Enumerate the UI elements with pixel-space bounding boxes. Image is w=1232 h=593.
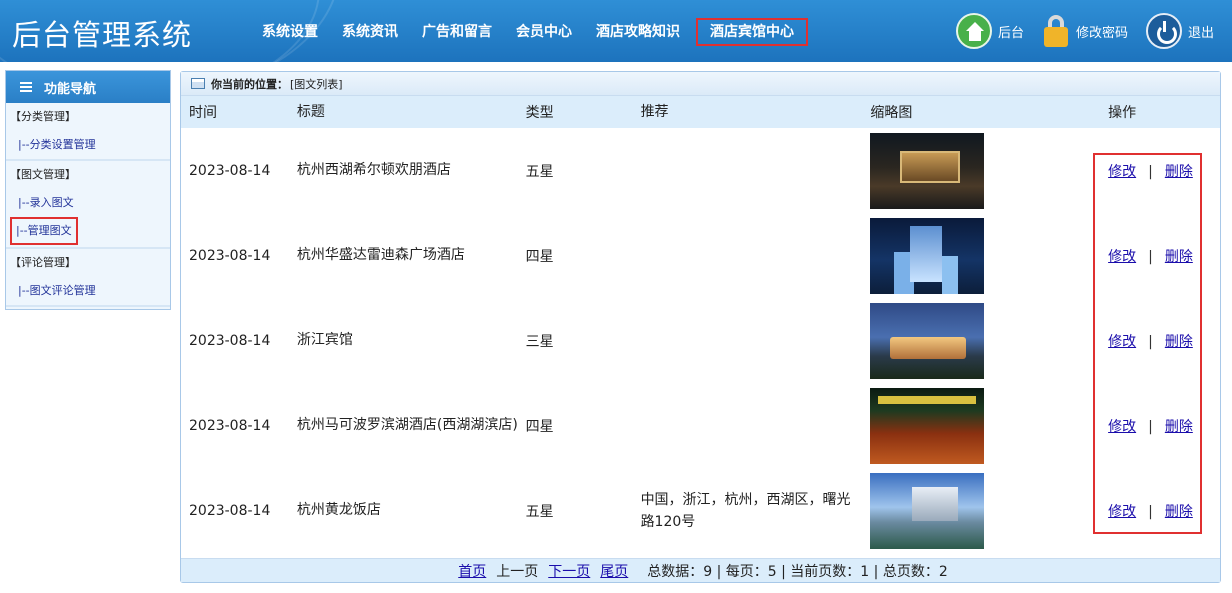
prev-page-label: 上一页 (496, 563, 539, 580)
sidebar-category-label: 【评论管理】 (10, 256, 76, 269)
hotel-thumbnail (870, 387, 985, 464)
main-panel: 你当前的位置： [图文列表] 时间 标题 类型 推荐 缩略图 操作 2023-0… (180, 71, 1221, 583)
cell-time: 2023-08-14 (189, 247, 271, 264)
sidebar-category-label: 【分类管理】 (10, 110, 76, 123)
col-header-thumbnail: 缩略图 (870, 105, 913, 121)
action-separator: | (1148, 248, 1153, 265)
cell-time: 2023-08-14 (189, 417, 271, 434)
col-header-type: 类型 (525, 105, 554, 121)
hotel-thumbnail (870, 132, 985, 209)
sidebar-group-comments: 【评论管理】 |--图文评论管理 (6, 249, 170, 307)
logout-button[interactable]: 退出 (1145, 13, 1214, 49)
col-header-recommend: 推荐 (640, 104, 669, 120)
delete-link[interactable]: 删除 (1165, 334, 1193, 350)
top-nav: 系统设置 系统资讯 广告和留言 会员中心 酒店攻略知识 酒店宾馆中心 (250, 18, 808, 46)
first-page-link[interactable]: 首页 (458, 561, 486, 581)
edit-link[interactable]: 修改 (1108, 334, 1136, 350)
nav-system-settings[interactable]: 系统设置 (250, 18, 330, 46)
cell-title: 浙江宾馆 (296, 332, 353, 348)
hotel-thumbnail (870, 472, 985, 549)
cell-title: 杭州黄龙饭店 (296, 502, 381, 518)
cell-actions: 修改 | 删除 (1100, 161, 1220, 181)
delete-link[interactable]: 删除 (1165, 504, 1193, 520)
col-header-title: 标题 (296, 103, 325, 120)
home-label: 后台 (997, 25, 1024, 41)
next-page-link[interactable]: 下一页 (548, 561, 590, 581)
home-icon (955, 13, 992, 49)
action-separator: | (1148, 163, 1153, 180)
header-tools: 后台 修改密码 退出 (955, 10, 1232, 52)
pagination-stats: 总数据：9 | 每页：5 | 当前页数：1 | 总页数：2 (647, 563, 948, 580)
cell-title: 杭州西湖希尔顿欢朋酒店 (296, 162, 451, 178)
col-header-time: 时间 (189, 105, 217, 121)
edit-link[interactable]: 修改 (1108, 164, 1136, 180)
cell-type: 四星 (525, 248, 554, 265)
breadcrumb-label: 你当前的位置： (211, 77, 288, 91)
change-password-button[interactable]: 修改密码 (1042, 13, 1128, 49)
table-row: 2023-08-14 杭州华盛达雷迪森广场酒店 四星 修改 | 删除 (181, 213, 1220, 298)
edit-link[interactable]: 修改 (1108, 419, 1136, 435)
change-password-label: 修改密码 (1075, 25, 1128, 41)
sidebar-item-category-settings[interactable]: |--分类设置管理 (6, 131, 170, 159)
table-row: 2023-08-14 浙江宾馆 三星 修改 | 删除 (181, 298, 1220, 383)
sidebar-group-category: 【分类管理】 |--分类设置管理 (6, 103, 170, 161)
breadcrumb: 你当前的位置： [图文列表] (181, 72, 1220, 96)
cell-recommend: 中国，浙江，杭州，西湖区，曙光路120号 (640, 491, 851, 530)
sidebar-group-articles: 【图文管理】 |--录入图文 |--管理图文 (6, 161, 170, 249)
breadcrumb-value: [图文列表] (290, 77, 343, 91)
hotel-thumbnail (870, 302, 985, 379)
table-row: 2023-08-14 杭州西湖希尔顿欢朋酒店 五星 修改 | 删除 (181, 128, 1220, 213)
app-title: 后台管理系统 (12, 18, 193, 52)
edit-link[interactable]: 修改 (1108, 504, 1136, 520)
nav-system-news[interactable]: 系统资讯 (330, 18, 410, 46)
cell-actions: 修改 | 删除 (1100, 501, 1220, 521)
home-button[interactable]: 后台 (955, 13, 1024, 49)
nav-hotel-guide[interactable]: 酒店攻略知识 (584, 18, 692, 46)
sidebar-item-add-article[interactable]: |--录入图文 (6, 189, 170, 217)
sidebar-title: 功能导航 (44, 81, 97, 97)
hotel-thumbnail (870, 217, 985, 294)
cell-actions: 修改 | 删除 (1100, 246, 1220, 266)
sidebar-item-manage-articles[interactable]: |--管理图文 (10, 217, 78, 245)
power-icon (1145, 13, 1182, 49)
cell-type: 三星 (525, 333, 554, 350)
cell-type: 五星 (525, 163, 554, 180)
pagination: 首页 上一页 下一页 尾页 总数据：9 | 每页：5 | 当前页数：1 | 总页… (181, 558, 1220, 582)
col-header-actions: 操作 (1108, 105, 1137, 121)
delete-link[interactable]: 删除 (1165, 164, 1193, 180)
cell-type: 四星 (525, 418, 554, 435)
cell-title: 杭州华盛达雷迪森广场酒店 (296, 247, 465, 263)
top-header: 后台管理系统 系统设置 系统资讯 广告和留言 会员中心 酒店攻略知识 酒店宾馆中… (0, 0, 1232, 62)
menu-list-icon (20, 82, 32, 92)
cell-actions: 修改 | 删除 (1100, 416, 1220, 436)
action-separator: | (1148, 418, 1153, 435)
delete-link[interactable]: 删除 (1165, 419, 1193, 435)
action-separator: | (1148, 333, 1153, 350)
last-page-link[interactable]: 尾页 (600, 561, 628, 581)
nav-member-center[interactable]: 会员中心 (504, 18, 584, 46)
cell-type: 五星 (525, 503, 554, 520)
table-row: 2023-08-14 杭州马可波罗滨湖酒店(西湖湖滨店) 四星 修改 | 删除 (181, 383, 1220, 468)
sidebar-category-label: 【图文管理】 (10, 168, 76, 181)
window-icon (191, 78, 205, 89)
sidebar-item-comment-management[interactable]: |--图文评论管理 (6, 277, 170, 305)
sidebar: 功能导航 【分类管理】 |--分类设置管理 【图文管理】 |--录入图文 |--… (5, 70, 171, 310)
sidebar-header: 功能导航 (6, 71, 170, 103)
delete-link[interactable]: 删除 (1165, 249, 1193, 265)
nav-hotel-center[interactable]: 酒店宾馆中心 (696, 18, 808, 46)
table-row: 2023-08-14 杭州黄龙饭店 五星 中国，浙江，杭州，西湖区，曙光路120… (181, 468, 1220, 553)
cell-actions: 修改 | 删除 (1100, 331, 1220, 351)
nav-ads-messages[interactable]: 广告和留言 (410, 18, 504, 46)
lock-icon (1042, 13, 1070, 49)
cell-time: 2023-08-14 (189, 162, 271, 179)
cell-time: 2023-08-14 (189, 332, 271, 349)
table-header: 时间 标题 类型 推荐 缩略图 操作 (181, 96, 1220, 128)
action-separator: | (1148, 503, 1153, 520)
edit-link[interactable]: 修改 (1108, 249, 1136, 265)
cell-title: 杭州马可波罗滨湖酒店(西湖湖滨店) (296, 417, 518, 433)
cell-time: 2023-08-14 (189, 502, 271, 519)
logout-label: 退出 (1187, 25, 1214, 41)
